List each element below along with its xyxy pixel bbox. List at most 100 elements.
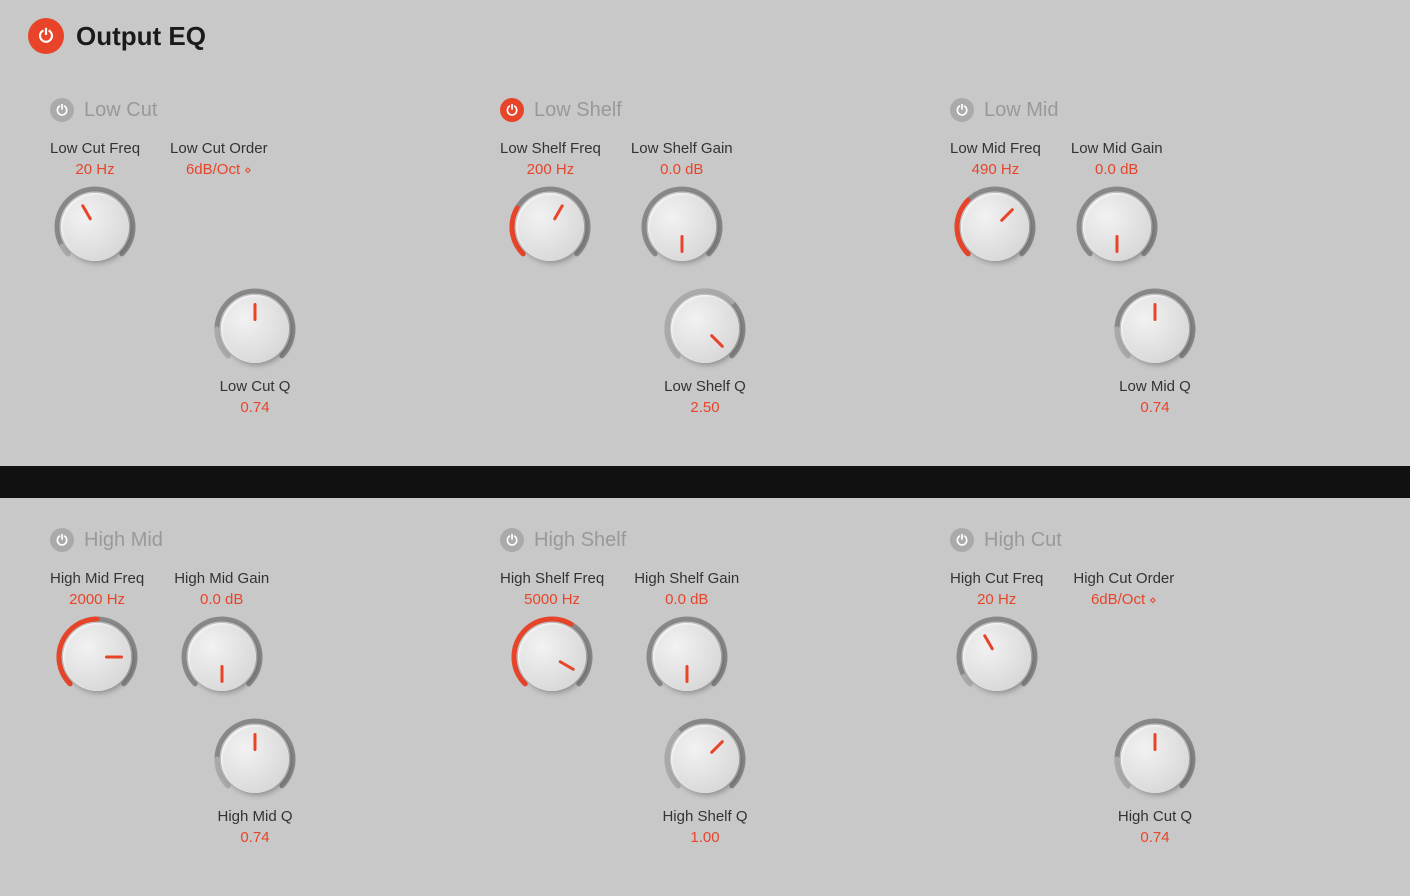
knob-label-low-mid-gain: Low Mid Gain: [1071, 140, 1163, 157]
knob-label-low-cut-q: Low Cut Q: [220, 378, 291, 395]
knob-high-shelf-q[interactable]: [660, 714, 750, 804]
knob-value-high-mid-q: 0.74: [240, 829, 269, 846]
knob-label-high-cut-q: High Cut Q: [1118, 808, 1192, 825]
knob-value-low-mid-q: 0.74: [1140, 399, 1169, 416]
knob-high-shelf-gain[interactable]: [642, 612, 732, 702]
knob-low-shelf-freq[interactable]: [505, 182, 595, 272]
knob-low-shelf-gain[interactable]: [637, 182, 727, 272]
knob-label-high-shelf-freq: High Shelf Freq: [500, 570, 604, 587]
knob-value-high-mid-freq: 2000 Hz: [69, 591, 125, 608]
knob-low-cut-freq[interactable]: [50, 182, 140, 272]
knob-group-low-cut-q: Low Cut Q 0.74: [50, 284, 460, 416]
main-power-button[interactable]: ⏻: [28, 18, 64, 54]
power-btn-low-mid[interactable]: ⏻: [950, 98, 974, 122]
knob-value-low-shelf-gain: 0.0 dB: [660, 161, 703, 178]
section-header-low-mid: ⏻ Low Mid: [950, 98, 1360, 122]
knobs-row-high-cut: High Cut Freq 20 Hz High Cut Order 6dB/: [950, 570, 1360, 702]
section-header-high-shelf: ⏻ High Shelf: [500, 528, 910, 552]
knob-value-low-shelf-q: 2.50: [690, 399, 719, 416]
power-btn-high-mid[interactable]: ⏻: [50, 528, 74, 552]
section-divider: [0, 466, 1410, 498]
power-icon-low-shelf: ⏻: [506, 103, 517, 117]
knob-group-low-mid-freq: Low Mid Freq 490 Hz: [950, 140, 1041, 272]
knobs-row-low-shelf: Low Shelf Freq 200 Hz Low Shelf Gain 0.0…: [500, 140, 910, 272]
knob-group-low-mid-gain: Low Mid Gain 0.0 dB: [1071, 140, 1163, 272]
knob-label-high-shelf-gain: High Shelf Gain: [634, 570, 739, 587]
knobs-row-high-mid: High Mid Freq 2000 Hz High Mid Gain 0.0 …: [50, 570, 460, 702]
knob-value-high-cut-freq: 20 Hz: [977, 591, 1016, 608]
knob-value-low-cut-q: 0.74: [240, 399, 269, 416]
section-high-cut: ⏻ High Cut High Cut Freq 20 Hz: [930, 518, 1380, 866]
top-sections: ⏻ Low Cut Low Cut Freq 20 Hz: [0, 68, 1410, 466]
knob-value-low-shelf-freq: 200 Hz: [527, 161, 575, 178]
knob-label-high-cut-freq: High Cut Freq: [950, 570, 1043, 587]
knob-group-high-shelf-gain: High Shelf Gain 0.0 dB: [634, 570, 739, 702]
knobs-row-high-shelf: High Shelf Freq 5000 Hz High Shelf Gain …: [500, 570, 910, 702]
knob-high-mid-q[interactable]: [210, 714, 300, 804]
section-title-high-mid: High Mid: [84, 529, 163, 552]
knob-value-high-shelf-freq: 5000 Hz: [524, 591, 580, 608]
knob-high-cut-q[interactable]: [1110, 714, 1200, 804]
section-high-shelf: ⏻ High Shelf High Shelf Freq 5000 Hz: [480, 518, 930, 866]
knob-group-high-cut-freq: High Cut Freq 20 Hz: [950, 570, 1043, 702]
knob-value-low-mid-gain: 0.0 dB: [1095, 161, 1138, 178]
knob-group-high-mid-q: High Mid Q 0.74: [50, 714, 460, 846]
section-header-low-cut: ⏻ Low Cut: [50, 98, 460, 122]
knob-low-cut-q[interactable]: [210, 284, 300, 374]
knob-label-high-cut-order: High Cut Order: [1073, 570, 1174, 587]
section-header-high-mid: ⏻ High Mid: [50, 528, 460, 552]
section-title-high-cut: High Cut: [984, 529, 1062, 552]
power-btn-low-cut[interactable]: ⏻: [50, 98, 74, 122]
knob-group-low-shelf-gain: Low Shelf Gain 0.0 dB: [631, 140, 733, 272]
knob-group-low-mid-q: Low Mid Q 0.74: [950, 284, 1360, 416]
knob-value-low-cut-freq: 20 Hz: [75, 161, 114, 178]
knob-low-mid-freq[interactable]: [950, 182, 1040, 272]
knob-high-cut-freq[interactable]: [952, 612, 1042, 702]
knob-label-low-shelf-gain: Low Shelf Gain: [631, 140, 733, 157]
section-header-low-shelf: ⏻ Low Shelf: [500, 98, 910, 122]
knob-high-mid-gain[interactable]: [177, 612, 267, 702]
power-icon-high-shelf: ⏻: [506, 533, 517, 547]
knob-label-low-cut-order: Low Cut Order: [170, 140, 268, 157]
knob-low-mid-q[interactable]: [1110, 284, 1200, 374]
knob-group-low-shelf-freq: Low Shelf Freq 200 Hz: [500, 140, 601, 272]
knob-value-low-cut-order[interactable]: 6dB/Oct ⋄: [186, 161, 252, 178]
header: ⏻ Output EQ: [0, 0, 1410, 68]
knob-label-high-mid-q: High Mid Q: [217, 808, 292, 825]
knob-label-high-mid-gain: High Mid Gain: [174, 570, 269, 587]
knob-group-high-cut-q: High Cut Q 0.74: [950, 714, 1360, 846]
power-icon-high-cut: ⏻: [956, 533, 967, 547]
knob-low-mid-gain[interactable]: [1072, 182, 1162, 272]
knob-value-low-mid-freq: 490 Hz: [972, 161, 1020, 178]
knob-group-high-shelf-freq: High Shelf Freq 5000 Hz: [500, 570, 604, 702]
knob-low-shelf-q[interactable]: [660, 284, 750, 374]
knob-value-high-shelf-gain: 0.0 dB: [665, 591, 708, 608]
power-btn-high-cut[interactable]: ⏻: [950, 528, 974, 552]
power-btn-low-shelf[interactable]: ⏻: [500, 98, 524, 122]
section-title-low-cut: Low Cut: [84, 99, 157, 122]
page-title: Output EQ: [76, 21, 206, 52]
section-high-mid: ⏻ High Mid High Mid Freq 2000 Hz: [30, 518, 480, 866]
knob-high-shelf-freq[interactable]: [507, 612, 597, 702]
bottom-row: ⏻ High Mid High Mid Freq 2000 Hz: [30, 518, 1380, 866]
section-title-low-mid: Low Mid: [984, 99, 1058, 122]
knob-label-low-cut-freq: Low Cut Freq: [50, 140, 140, 157]
knob-group-low-cut-freq: Low Cut Freq 20 Hz: [50, 140, 140, 272]
knob-label-low-mid-freq: Low Mid Freq: [950, 140, 1041, 157]
knob-value-high-mid-gain: 0.0 dB: [200, 591, 243, 608]
knob-group-high-cut-order: High Cut Order 6dB/Oct ⋄: [1073, 570, 1174, 608]
knob-value-high-cut-order[interactable]: 6dB/Oct ⋄: [1091, 591, 1157, 608]
bottom-sections: ⏻ High Mid High Mid Freq 2000 Hz: [0, 498, 1410, 896]
knobs-row-low-cut: Low Cut Freq 20 Hz Low Cut Order 6dB/Oc: [50, 140, 460, 272]
knob-high-mid-freq[interactable]: [52, 612, 142, 702]
knob-label-high-shelf-q: High Shelf Q: [662, 808, 747, 825]
knob-group-low-shelf-q: Low Shelf Q 2.50: [500, 284, 910, 416]
section-low-mid: ⏻ Low Mid Low Mid Freq 490 Hz: [930, 88, 1380, 436]
power-icon-low-cut: ⏻: [56, 103, 67, 117]
knob-label-low-shelf-q: Low Shelf Q: [664, 378, 746, 395]
knob-label-low-shelf-freq: Low Shelf Freq: [500, 140, 601, 157]
section-header-high-cut: ⏻ High Cut: [950, 528, 1360, 552]
knobs-row-low-mid: Low Mid Freq 490 Hz Low Mid Gain 0.0 dB: [950, 140, 1360, 272]
power-icon-low-mid: ⏻: [956, 103, 967, 117]
power-btn-high-shelf[interactable]: ⏻: [500, 528, 524, 552]
